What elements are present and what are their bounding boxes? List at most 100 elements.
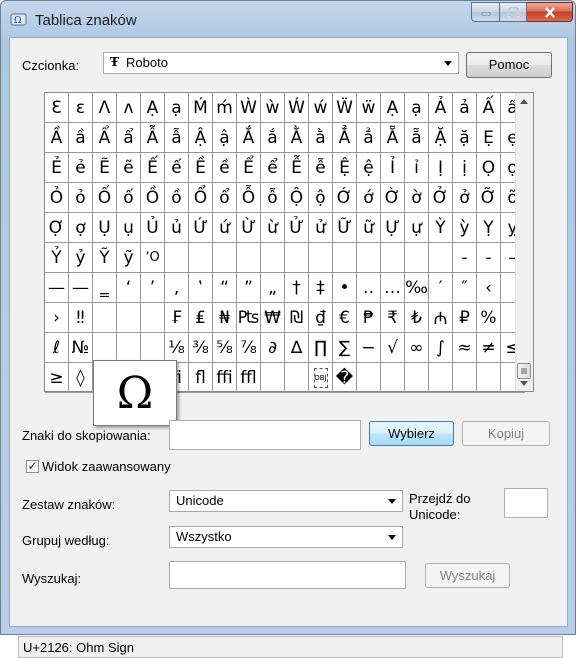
character-cell[interactable]: [237, 243, 261, 273]
character-cell[interactable]: [189, 243, 213, 273]
character-cell[interactable]: ẻ: [69, 153, 93, 183]
character-cell[interactable]: ở: [453, 183, 477, 213]
character-cell[interactable]: ằ: [309, 123, 333, 153]
character-cell[interactable]: ’: [141, 273, 165, 303]
scroll-down-icon[interactable]: [520, 381, 528, 386]
character-cell[interactable]: ₣: [165, 303, 189, 333]
character-cell[interactable]: ₧: [237, 303, 261, 333]
character-cell[interactable]: ≠: [477, 333, 501, 363]
search-input[interactable]: [169, 561, 406, 589]
search-button[interactable]: Wyszukaj: [425, 563, 510, 588]
character-cell[interactable]: ế: [165, 153, 189, 183]
character-cell[interactable]: ʌ: [117, 93, 141, 123]
character-cell[interactable]: ≥: [45, 363, 69, 393]
character-cell[interactable]: Ẫ: [141, 123, 165, 153]
character-cell[interactable]: ứ: [213, 213, 237, 243]
character-cell[interactable]: …: [381, 273, 405, 303]
character-cell[interactable]: „: [261, 273, 285, 303]
character-cell[interactable]: Ấ: [477, 93, 501, 123]
character-cell[interactable]: ∆: [285, 333, 309, 363]
character-cell[interactable]: Ặ: [429, 123, 453, 153]
character-cell[interactable]: ả: [453, 93, 477, 123]
character-cell[interactable]: �: [333, 363, 357, 393]
character-cell[interactable]: ợ: [69, 213, 93, 243]
character-cell[interactable]: Ở: [429, 183, 453, 213]
character-cell[interactable]: ặ: [453, 123, 477, 153]
character-cell[interactable]: ẵ: [405, 123, 429, 153]
character-cell[interactable]: ﬄ: [237, 363, 261, 393]
character-cell[interactable]: Ạ: [381, 93, 405, 123]
character-cell[interactable]: Ậ: [189, 123, 213, 153]
character-cell[interactable]: ỹ: [117, 243, 141, 273]
character-cell[interactable]: Ʌ: [93, 93, 117, 123]
character-cell[interactable]: Ệ: [333, 153, 357, 183]
character-cell[interactable]: ₫: [309, 303, 333, 333]
character-cell[interactable]: Ộ: [285, 183, 309, 213]
character-cell[interactable]: ⅞: [237, 333, 261, 363]
character-cell[interactable]: Ễ: [285, 153, 309, 183]
character-cell[interactable]: ʼO: [141, 243, 165, 273]
character-cell[interactable]: Ử: [285, 213, 309, 243]
character-cell[interactable]: ẁ: [261, 93, 285, 123]
character-cell[interactable]: [117, 303, 141, 333]
character-cell[interactable]: Ḿ: [189, 93, 213, 123]
character-cell[interactable]: ẫ: [165, 123, 189, 153]
character-cell[interactable]: ₤: [189, 303, 213, 333]
character-cell[interactable]: ›: [45, 303, 69, 333]
character-cell[interactable]: Ẁ: [237, 93, 261, 123]
character-cell[interactable]: ỷ: [69, 243, 93, 273]
character-cell[interactable]: -: [477, 243, 501, 273]
character-cell[interactable]: ạ: [405, 93, 429, 123]
character-cell[interactable]: Ɛ: [45, 93, 69, 123]
character-cell[interactable]: —: [45, 273, 69, 303]
character-cell[interactable]: Ớ: [333, 183, 357, 213]
character-cell[interactable]: ự: [405, 213, 429, 243]
character-cell[interactable]: ‥: [357, 273, 381, 303]
character-cell[interactable]: Ỉ: [381, 153, 405, 183]
character-cell[interactable]: Ẵ: [381, 123, 405, 153]
character-cell[interactable]: ắ: [261, 123, 285, 153]
character-cell[interactable]: ớ: [357, 183, 381, 213]
character-cell[interactable]: [261, 363, 285, 393]
character-cell[interactable]: Ỳ: [429, 213, 453, 243]
character-cell[interactable]: Ẽ: [93, 153, 117, 183]
character-cell[interactable]: Ủ: [141, 213, 165, 243]
character-cell[interactable]: €: [333, 303, 357, 333]
character-cell[interactable]: ⅜: [189, 333, 213, 363]
character-cell[interactable]: ỗ: [261, 183, 285, 213]
character-cell[interactable]: №: [69, 333, 93, 363]
character-cell[interactable]: ẃ: [309, 93, 333, 123]
character-cell[interactable]: ‼: [69, 303, 93, 333]
minimize-button[interactable]: [471, 2, 500, 22]
character-cell[interactable]: Ổ: [189, 183, 213, 213]
character-cell[interactable]: ℓ: [45, 333, 69, 363]
character-cell[interactable]: ‗: [93, 273, 117, 303]
scroll-thumb[interactable]: [517, 363, 531, 379]
character-cell[interactable]: ẩ: [117, 123, 141, 153]
character-cell[interactable]: ể: [261, 153, 285, 183]
character-cell[interactable]: [357, 363, 381, 393]
character-cell[interactable]: [309, 243, 333, 273]
character-cell[interactable]: ủ: [165, 213, 189, 243]
character-cell[interactable]: [333, 243, 357, 273]
character-cell[interactable]: Ỷ: [45, 243, 69, 273]
font-dropdown[interactable]: Ŧ Roboto: [103, 52, 459, 74]
character-cell[interactable]: †: [285, 273, 309, 303]
character-cell[interactable]: ị: [453, 153, 477, 183]
character-cell[interactable]: Ằ: [285, 123, 309, 153]
scroll-up-icon[interactable]: [520, 99, 528, 104]
character-cell[interactable]: [285, 243, 309, 273]
character-cell[interactable]: √: [381, 333, 405, 363]
character-cell[interactable]: ‡: [309, 273, 333, 303]
character-cell[interactable]: [405, 243, 429, 273]
copy-field[interactable]: [169, 420, 361, 450]
character-cell[interactable]: [477, 363, 501, 393]
character-cell[interactable]: ờ: [405, 183, 429, 213]
title-bar[interactable]: Ω Tablica znaków: [1, 1, 575, 37]
character-cell[interactable]: ‛: [189, 273, 213, 303]
character-cell[interactable]: Ọ: [477, 153, 501, 183]
character-cell[interactable]: Ữ: [333, 213, 357, 243]
character-cell[interactable]: ∞: [405, 333, 429, 363]
character-cell[interactable]: Ẻ: [45, 153, 69, 183]
character-cell[interactable]: Ồ: [141, 183, 165, 213]
